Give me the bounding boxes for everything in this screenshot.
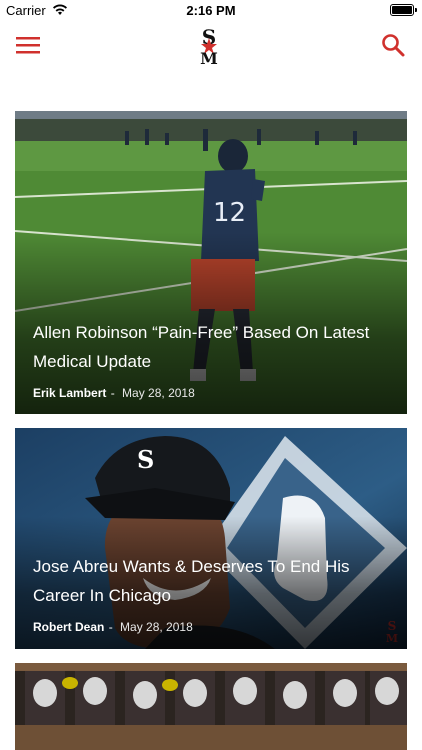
meta-separator: - — [110, 386, 115, 400]
clock: 2:16 PM — [186, 3, 236, 18]
article-title[interactable]: Allen Robinson “Pain-Free” Based On Late… — [33, 318, 391, 376]
article-meta: Erik Lambert - May 28, 2018 — [33, 386, 195, 400]
article-date: May 28, 2018 — [122, 386, 195, 400]
app-header: S M — [0, 20, 422, 74]
article-author[interactable]: Robert Dean — [33, 620, 104, 634]
article-card[interactable]: S S M Jose Abreu Wants & Deserves To End… — [15, 428, 407, 649]
image-overlay — [15, 428, 407, 649]
article-card[interactable]: 12 Allen Robinson “Pain-Free” Based On L… — [15, 111, 407, 414]
article-title[interactable]: Jose Abreu Wants & Deserves To End His C… — [33, 552, 391, 610]
article-date: May 28, 2018 — [120, 620, 193, 634]
article-meta: Robert Dean - May 28, 2018 — [33, 620, 193, 634]
article-card[interactable] — [15, 663, 407, 750]
sm-logo[interactable]: S M — [194, 25, 224, 68]
battery-icon — [390, 4, 417, 16]
hamburger-menu-icon[interactable] — [14, 32, 44, 58]
article-author[interactable]: Erik Lambert — [33, 386, 106, 400]
svg-text:M: M — [200, 49, 218, 66]
search-icon[interactable] — [380, 32, 406, 58]
meta-separator: - — [108, 620, 113, 634]
article-photo-locker-room — [15, 663, 407, 750]
status-bar: Carrier 2:16 PM — [0, 0, 422, 20]
